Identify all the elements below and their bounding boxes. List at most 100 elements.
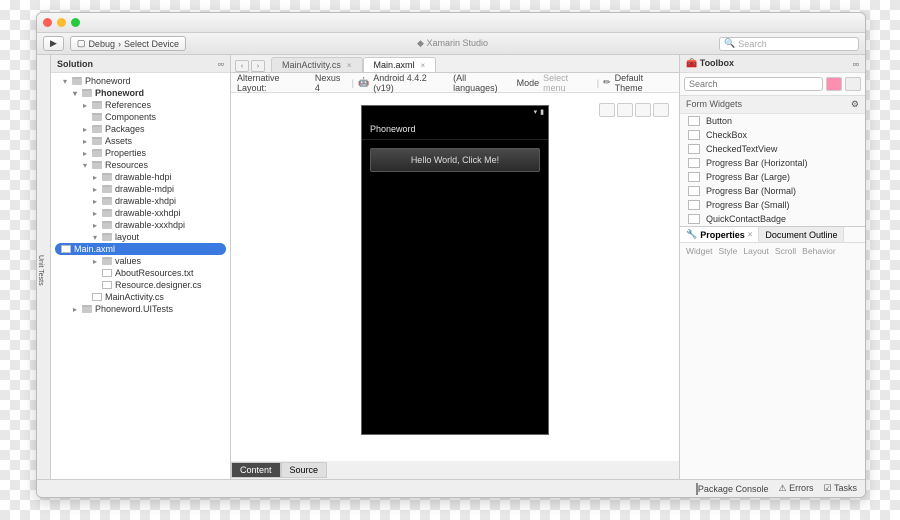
toolbox-group[interactable]: Form Widgets⚙ — [680, 96, 865, 114]
panel-opts-icon[interactable]: ▫▫ — [853, 59, 859, 69]
wifi-icon: ▾ — [534, 108, 538, 116]
widget-quickcontact[interactable]: QuickContactBadge — [680, 212, 865, 226]
folder-icon — [92, 149, 102, 157]
properties-panel: 🔧Properties× Document Outline Widget Sty… — [680, 226, 865, 259]
widget-progress-s[interactable]: Progress Bar (Small) — [680, 198, 865, 212]
about-resources-file[interactable]: AboutResources.txt — [51, 267, 230, 279]
layout-node[interactable]: ▾layout — [51, 231, 230, 243]
search-ph: Search — [738, 39, 767, 49]
zoom-in-button[interactable] — [617, 103, 633, 117]
play-icon: ▶ — [50, 38, 57, 49]
main-area: Unit Tests Solution ▫▫ ▾Phoneword ▾Phone… — [37, 55, 865, 479]
close-icon[interactable]: × — [347, 61, 352, 70]
properties-tab[interactable]: 🔧Properties× — [680, 227, 759, 242]
device-selector[interactable]: Nexus 4 — [315, 73, 348, 93]
panel-opts-icon[interactable]: ▫▫ — [218, 59, 224, 69]
toolbar: ▶ ▢ Debug › Select Device ◆ Xamarin Stud… — [37, 33, 865, 55]
folder-icon — [92, 101, 102, 109]
global-search[interactable]: 🔍Search — [719, 37, 859, 51]
drawable-xxxhdpi-node[interactable]: ▸drawable-xxxhdpi — [51, 219, 230, 231]
document-outline-tab[interactable]: Document Outline — [759, 227, 844, 242]
properties-node[interactable]: ▸Properties — [51, 147, 230, 159]
side-rail[interactable]: Unit Tests — [37, 55, 51, 479]
file-icon — [102, 281, 112, 289]
content-tab[interactable]: Content — [231, 462, 281, 478]
folder-icon — [92, 137, 102, 145]
widget-progress-h[interactable]: Progress Bar (Horizontal) — [680, 156, 865, 170]
widget-checkedtext[interactable]: CheckedTextView — [680, 142, 865, 156]
toolbox-view-b[interactable] — [845, 77, 861, 91]
widget-icon — [688, 144, 700, 154]
widget-checkbox[interactable]: CheckBox — [680, 128, 865, 142]
alt-layout-label: Alternative Layout: — [237, 73, 311, 93]
source-tab[interactable]: Source — [281, 462, 328, 478]
menu-selector[interactable]: Select menu — [543, 73, 593, 93]
packages-node[interactable]: ▸Packages — [51, 123, 230, 135]
theme-selector[interactable]: Default Theme — [615, 73, 673, 93]
folder-icon — [102, 185, 112, 193]
package-console-button[interactable]: Package Console — [696, 484, 769, 494]
drawable-xhdpi-node[interactable]: ▸drawable-xhdpi — [51, 195, 230, 207]
nav-fwd-button[interactable]: › — [251, 60, 265, 72]
lang-selector[interactable]: (All languages) — [453, 73, 513, 93]
widget-progress-n[interactable]: Progress Bar (Normal) — [680, 184, 865, 198]
resources-node[interactable]: ▾Resources — [51, 159, 230, 171]
sub-behavior[interactable]: Behavior — [802, 246, 836, 256]
close-icon[interactable]: × — [748, 230, 753, 239]
fit-button[interactable] — [635, 103, 651, 117]
drawable-mdpi-node[interactable]: ▸drawable-mdpi — [51, 183, 230, 195]
main-axml-file[interactable]: Main.axml — [55, 243, 226, 255]
drawable-xxhdpi-node[interactable]: ▸drawable-xxhdpi — [51, 207, 230, 219]
sub-widget[interactable]: Widget — [686, 246, 712, 256]
assets-node[interactable]: ▸Assets — [51, 135, 230, 147]
api-selector[interactable]: Android 4.4.2 (v19) — [373, 73, 449, 93]
sub-scroll[interactable]: Scroll — [775, 246, 796, 256]
zoom-icon[interactable] — [71, 18, 80, 27]
battery-icon: ▮ — [540, 108, 544, 116]
solution-root[interactable]: ▾Phoneword — [51, 75, 230, 87]
properties-tabs: 🔧Properties× Document Outline — [680, 227, 865, 243]
nav-back-button[interactable]: ‹ — [235, 60, 249, 72]
tab-main-axml[interactable]: Main.axml× — [363, 57, 437, 72]
widget-progress-l[interactable]: Progress Bar (Large) — [680, 170, 865, 184]
tasks-button[interactable]: ☑ Tasks — [824, 483, 857, 494]
zoom-out-button[interactable] — [599, 103, 615, 117]
close-icon[interactable] — [43, 18, 52, 27]
widget-icon — [688, 130, 700, 140]
references-node[interactable]: ▸References — [51, 99, 230, 111]
phone-appbar: Phoneword — [362, 118, 548, 140]
ide-window: ▶ ▢ Debug › Select Device ◆ Xamarin Stud… — [36, 12, 866, 498]
close-icon[interactable]: × — [421, 61, 426, 70]
toolbox-search[interactable] — [684, 77, 823, 91]
phone-preview: ▾▮ Phoneword Hello World, Click Me! — [361, 105, 549, 435]
hello-button[interactable]: Hello World, Click Me! — [370, 148, 540, 172]
device-icon: ▢ — [77, 38, 86, 49]
project-node[interactable]: ▾Phoneword — [51, 87, 230, 99]
tab-mainactivity[interactable]: MainActivity.cs× — [271, 57, 363, 72]
solution-icon — [72, 77, 82, 85]
widget-button[interactable]: Button — [680, 114, 865, 128]
sub-style[interactable]: Style — [718, 246, 737, 256]
folder-icon — [92, 125, 102, 133]
folder-icon — [102, 233, 112, 241]
folder-icon — [102, 173, 112, 181]
actual-size-button[interactable] — [653, 103, 669, 117]
resource-designer-file[interactable]: Resource.designer.cs — [51, 279, 230, 291]
tab-nav: ‹ › — [235, 60, 265, 72]
designer-canvas[interactable]: ▾▮ Phoneword Hello World, Click Me! — [231, 93, 679, 461]
error-icon: ⚠ — [778, 483, 786, 493]
minimize-icon[interactable] — [57, 18, 66, 27]
components-node[interactable]: Components — [51, 111, 230, 123]
main-activity-file[interactable]: MainActivity.cs — [51, 291, 230, 303]
uitests-project[interactable]: ▸Phoneword.UITests — [51, 303, 230, 315]
editor-tabs: ‹ › MainActivity.cs× Main.axml× — [231, 55, 679, 73]
run-button[interactable]: ▶ — [43, 36, 64, 51]
toolbox-view-a[interactable] — [826, 77, 842, 91]
gear-icon[interactable]: ⚙ — [851, 99, 859, 110]
values-node[interactable]: ▸values — [51, 255, 230, 267]
sub-layout[interactable]: Layout — [743, 246, 769, 256]
errors-button[interactable]: ⚠ Errors — [778, 483, 813, 494]
solution-title: Solution — [57, 59, 93, 69]
config-selector[interactable]: ▢ Debug › Select Device — [70, 36, 186, 51]
drawable-hdpi-node[interactable]: ▸drawable-hdpi — [51, 171, 230, 183]
